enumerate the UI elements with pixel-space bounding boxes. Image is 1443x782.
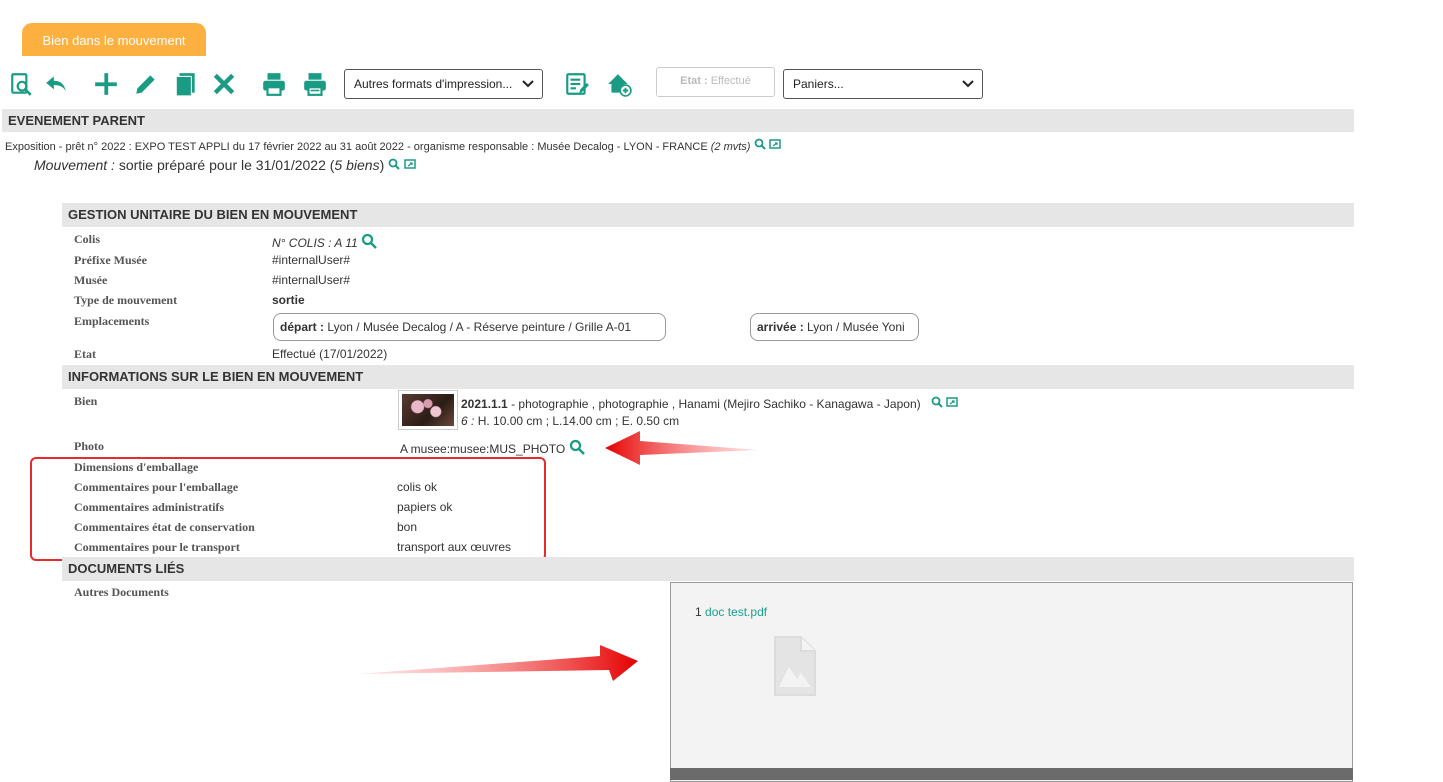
etat-status-label: Etat : <box>680 75 708 87</box>
search-icon[interactable] <box>931 396 943 408</box>
section-header-documents-lies: DOCUMENTS LIÉS <box>62 557 1354 581</box>
bien-line: 2021.1.1 - photographie , photographie ,… <box>461 396 958 411</box>
mouvement-line: Mouvement : sortie préparé pour le 31/01… <box>34 157 416 173</box>
section-header-evenement-parent: EVENEMENT PARENT <box>2 109 1354 132</box>
print-alt-icon[interactable] <box>301 70 329 98</box>
bien-dimensions: 6 : H. 10.00 cm ; L.14.00 cm ; E. 0.50 c… <box>461 414 679 428</box>
bien-number[interactable]: 2021.1.1 <box>461 397 508 411</box>
emplacements-label: Emplacements <box>74 314 150 328</box>
mouvement-label: Mouvement : <box>34 157 115 173</box>
document-index: 1 <box>695 605 702 619</box>
open-window-icon[interactable] <box>404 158 416 170</box>
delete-icon[interactable] <box>210 70 238 98</box>
chevron-down-icon <box>522 80 534 88</box>
bien-thumbnail[interactable] <box>398 390 458 430</box>
colis-label: Colis <box>74 232 101 246</box>
arrivee-label: arrivée : <box>757 320 804 334</box>
bien-dims-value: H. 10.00 cm ; L.14.00 cm ; E. 0.50 cm <box>477 414 680 428</box>
mouvement-close: ) <box>379 157 385 173</box>
paniers-select[interactable]: Paniers... <box>783 69 983 99</box>
depart-label: départ : <box>280 320 325 334</box>
musee-value: #internalUser# <box>272 273 351 287</box>
home-add-icon[interactable] <box>605 70 633 98</box>
type-mouvement-value: sortie <box>272 293 305 307</box>
exposition-mvts: (2 mvts) <box>710 141 751 153</box>
search-icon[interactable] <box>569 439 585 455</box>
exposition-line: Exposition - prêt n° 2022 : EXPO TEST AP… <box>5 138 781 153</box>
mouvement-text: sortie préparé pour le 31/01/2022 ( <box>118 157 335 173</box>
autres-documents-label: Autres Documents <box>74 585 169 599</box>
photo-label: Photo <box>74 439 104 453</box>
prefixe-musee-label: Préfixe Musée <box>74 253 147 267</box>
documents-panel: 1 doc test.pdf <box>670 582 1353 782</box>
print-formats-select[interactable]: Autres formats d'impression... <box>344 69 543 99</box>
edit-icon[interactable] <box>132 70 160 98</box>
search-icon[interactable] <box>754 138 766 150</box>
exposition-actions[interactable] <box>754 138 781 153</box>
add-icon[interactable] <box>92 70 120 98</box>
preview-search-icon[interactable] <box>8 70 36 98</box>
bien-description: - photographie , photographie , Hanami (… <box>511 397 921 411</box>
mouvement-biens: 5 biens <box>334 157 380 173</box>
musee-label: Musée <box>74 273 108 287</box>
pdf-file-icon[interactable] <box>771 635 819 697</box>
copy-icon[interactable] <box>172 70 200 98</box>
chevron-down-icon <box>962 80 974 88</box>
depart-value: Lyon / Musée Decalog / A - Réserve peint… <box>327 320 632 334</box>
document-item[interactable]: 1 doc test.pdf <box>695 605 767 619</box>
exposition-text: Exposition - prêt n° 2022 : EXPO TEST AP… <box>5 141 708 153</box>
mouvement-actions[interactable] <box>388 157 416 173</box>
prefixe-musee-value: #internalUser# <box>272 253 351 267</box>
arrivee-value: Lyon / Musée Yoni <box>807 320 905 334</box>
open-window-icon[interactable] <box>946 396 958 408</box>
section-header-gestion-unitaire: GESTION UNITAIRE DU BIEN EN MOUVEMENT <box>62 203 1354 227</box>
list-edit-icon[interactable] <box>563 70 591 98</box>
depart-location: départ : Lyon / Musée Decalog / A - Rése… <box>273 313 666 341</box>
search-icon[interactable] <box>361 233 377 249</box>
photo-value: A musee:musee:MUS_PHOTO <box>400 442 566 456</box>
arrivee-location: arrivée : Lyon / Musée Yoni <box>750 313 919 341</box>
print-formats-select-value: Autres formats d'impression... <box>354 77 513 91</box>
photo-value-row: A musee:musee:MUS_PHOTO <box>400 439 585 456</box>
search-icon[interactable] <box>388 158 400 170</box>
open-window-icon[interactable] <box>768 138 781 150</box>
bien-label: Bien <box>74 394 98 408</box>
back-icon[interactable] <box>42 70 70 98</box>
etat-label: Etat <box>74 347 96 361</box>
print-icon[interactable] <box>260 70 288 98</box>
paniers-select-value: Paniers... <box>793 77 844 91</box>
type-mouvement-label: Type de mouvement <box>74 293 178 307</box>
section-header-informations: INFORMATIONS SUR LE BIEN EN MOUVEMENT <box>62 365 1354 389</box>
document-link[interactable]: doc test.pdf <box>705 605 767 619</box>
tab-bien-dans-le-mouvement[interactable]: Bien dans le mouvement <box>22 23 206 56</box>
annotation-arrow-documents <box>357 645 638 681</box>
bien-dims-prefix: 6 : <box>461 414 475 428</box>
etat-value: Effectué (17/01/2022) <box>272 347 388 361</box>
colis-value: N° COLIS : A 11 <box>272 236 358 250</box>
colis-value-row: N° COLIS : A 11 <box>272 233 377 250</box>
documents-panel-footer <box>670 768 1353 780</box>
etat-status-value: Effectué <box>710 75 751 87</box>
annotation-highlight-box <box>30 457 546 561</box>
annotation-arrow-photo <box>605 431 758 465</box>
etat-status-button[interactable]: Etat : Effectué <box>656 67 775 97</box>
